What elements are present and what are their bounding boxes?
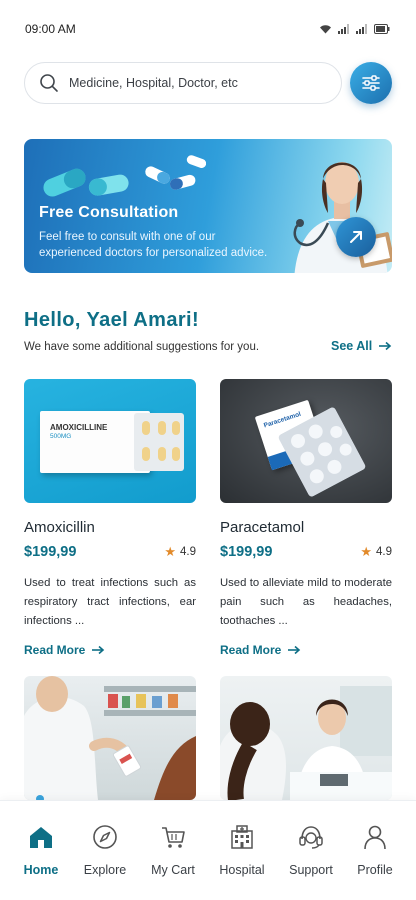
consultation-banner[interactable]: Free Consultation Feel free to consult w… (24, 139, 392, 273)
nav-label-support: Support (289, 863, 333, 877)
product-rating: ★ 4.9 (164, 544, 196, 560)
headset-icon (299, 826, 323, 849)
pharmacist-illustration (24, 676, 196, 800)
pharmacy-photo[interactable] (24, 676, 196, 800)
doctor-illustration (293, 162, 392, 273)
search-icon (40, 74, 58, 92)
product-price: $199,99 (24, 544, 77, 560)
rating-value: 4.9 (180, 546, 196, 558)
search-input[interactable] (69, 76, 319, 90)
read-more-label: Read More (220, 643, 282, 657)
nav-label-hospital: Hospital (219, 863, 265, 877)
doctor-consultation-photo[interactable] (220, 676, 392, 800)
product-name: Paracetamol (220, 519, 305, 536)
nav-label-cart: My Cart (151, 863, 195, 877)
home-icon (30, 827, 52, 848)
product-meta: $199,99 ★ 4.9 (220, 544, 392, 560)
product-image-paracetamol: Paracetamol (220, 379, 392, 503)
arrow-right-icon (288, 645, 301, 655)
read-more-label: Read More (24, 643, 86, 657)
search-row (24, 62, 392, 104)
box-dose: 500MG (50, 433, 72, 440)
user-icon (364, 825, 386, 850)
nav-item-cart[interactable]: My Cart (138, 823, 208, 877)
product-meta: $199,99 ★ 4.9 (24, 544, 196, 560)
filter-button[interactable] (350, 62, 392, 104)
product-card-paracetamol[interactable]: Paracetamol Paracetamol $199,99 ★ 4.9 Us… (220, 379, 392, 657)
banner-arrow-button[interactable] (336, 217, 376, 257)
read-more-link[interactable]: Read More (24, 643, 196, 657)
signal-icon (338, 24, 349, 34)
bottom-nav: Home Explore My Cart Hospital Support Pr… (0, 800, 416, 900)
arrow-up-right-icon (350, 231, 362, 243)
consultation-illustration (220, 686, 392, 800)
star-icon: ★ (360, 544, 372, 559)
compass-icon (93, 825, 117, 849)
product-card-amoxicillin[interactable]: AMOXICILLINE 500MG Amoxicillin $199,99 ★… (24, 379, 196, 657)
product-description: Used to treat infections such as respira… (24, 577, 196, 627)
blister-pack (134, 413, 184, 471)
status-time: 09:00 AM (25, 22, 76, 36)
sliders-icon (362, 75, 380, 91)
status-bar: 09:00 AM (0, 0, 416, 58)
greeting-title: Hello, Yael Amari! (24, 309, 200, 331)
nav-item-hospital[interactable]: Hospital (207, 823, 277, 877)
banner-title: Free Consultation (39, 204, 179, 221)
box-label: AMOXICILLINE (50, 423, 108, 432)
arrow-right-icon (379, 341, 392, 351)
signal-icon-2 (356, 24, 367, 34)
nav-label-explore: Explore (83, 863, 127, 877)
wifi-icon (320, 25, 331, 34)
nav-item-support[interactable]: Support (276, 823, 346, 877)
nav-label-profile: Profile (357, 863, 393, 877)
product-image-amoxicillin: AMOXICILLINE 500MG (24, 379, 196, 503)
star-icon: ★ (164, 544, 176, 559)
hospital-icon (231, 825, 253, 849)
product-description: Used to alleviate mild to moderate pain … (220, 577, 392, 627)
arrow-right-icon (92, 645, 105, 655)
product-rating: ★ 4.9 (360, 544, 392, 560)
nav-item-explore[interactable]: Explore (70, 823, 140, 877)
see-all-label: See All (331, 339, 373, 353)
nav-item-profile[interactable]: Profile (340, 823, 410, 877)
product-name: Amoxicillin (24, 519, 95, 536)
rating-value: 4.9 (376, 546, 392, 558)
cart-icon (162, 827, 185, 848)
battery-icon (374, 24, 390, 34)
search-box[interactable] (24, 62, 342, 104)
greeting-subtitle: We have some additional suggestions for … (24, 341, 260, 353)
banner-text: Feel free to consult with one of our exp… (39, 231, 268, 259)
product-price: $199,99 (220, 544, 273, 560)
status-icons (319, 24, 390, 34)
nav-item-home[interactable]: Home (6, 823, 76, 877)
see-all-link[interactable]: See All (331, 339, 392, 353)
nav-label-home: Home (23, 863, 59, 877)
pills-illustration (43, 155, 206, 197)
read-more-link[interactable]: Read More (220, 643, 392, 657)
